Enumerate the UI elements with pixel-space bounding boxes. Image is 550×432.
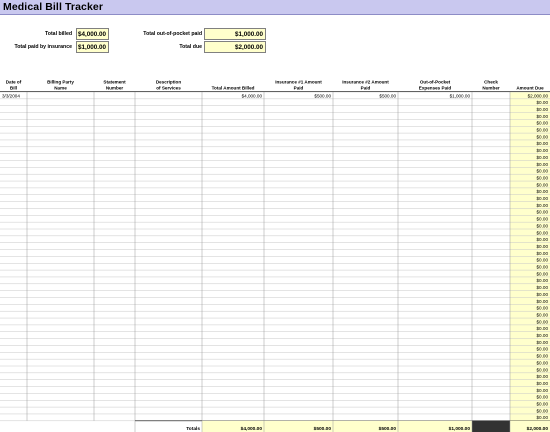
table-cell: 3/3/2004 — [2, 93, 20, 98]
totals-label: Totals — [186, 426, 200, 432]
column-header: Paid — [361, 86, 371, 91]
amount-due-cell: $0.00 — [537, 402, 549, 407]
amount-due-cell: $0.00 — [537, 312, 549, 317]
amount-due-cell: $0.00 — [537, 148, 549, 153]
amount-due-cell: $0.00 — [537, 189, 549, 194]
column-header: Total Amount Billed — [212, 86, 255, 91]
amount-due-cell: $0.00 — [537, 388, 549, 393]
amount-due-cell: $0.00 — [537, 141, 549, 146]
total-billed-label: Total billed — [45, 31, 72, 37]
column-header: Paid — [294, 86, 304, 91]
amount-due-cell: $0.00 — [537, 169, 549, 174]
amount-due-cell: $0.00 — [537, 415, 549, 420]
amount-due-cell: $0.00 — [537, 340, 549, 345]
amount-due-cell: $0.00 — [537, 155, 549, 160]
column-header: Check — [484, 80, 498, 85]
amount-due-cell: $0.00 — [537, 285, 549, 290]
total-paid-by-insurance-label: Total paid by insurance — [14, 44, 72, 50]
column-header: Bill — [10, 86, 17, 91]
column-header: Description — [156, 80, 181, 85]
amount-due-cell: $0.00 — [537, 367, 549, 372]
column-header: Number — [482, 86, 500, 91]
total-amount-billed: $4,000.00 — [241, 426, 263, 432]
amount-due-cell: $0.00 — [537, 182, 549, 187]
total-paid-by-insurance-value[interactable]: $1,000.00 — [76, 41, 109, 53]
total-out-of-pocket-value[interactable]: $1,000.00 — [204, 28, 266, 40]
amount-due-cell: $0.00 — [537, 162, 549, 167]
amount-due-cell: $0.00 — [537, 408, 549, 413]
column-header: Number — [106, 86, 124, 91]
amount-due-cell: $0.00 — [537, 114, 549, 119]
amount-due-cell: $0.00 — [537, 203, 549, 208]
amount-due-cell: $0.00 — [537, 333, 549, 338]
column-header: of Services — [156, 86, 181, 91]
amount-due-cell: $0.00 — [537, 347, 549, 352]
total-out-of-pocket: $1,000.00 — [449, 426, 471, 432]
amount-due-cell: $0.00 — [537, 292, 549, 297]
amount-due-cell: $0.00 — [537, 244, 549, 249]
amount-due-cell: $0.00 — [537, 175, 549, 180]
column-header: Insurance #1 Amount — [275, 80, 322, 85]
amount-due-cell: $0.00 — [537, 230, 549, 235]
bill-ledger-table: Date of Bill Billing Party Name Statement Num… — [0, 77, 550, 432]
total-insurance-2: $500.00 — [379, 426, 397, 432]
amount-due-cell: $0.00 — [537, 306, 549, 311]
amount-due-cell: $0.00 — [537, 251, 549, 256]
amount-due-cell: $0.00 — [537, 374, 549, 379]
column-header: Name — [54, 86, 67, 91]
column-header: Billing Party — [47, 80, 74, 85]
table-cell: $4,000.00 — [242, 93, 263, 98]
amount-due-cell: $0.00 — [537, 326, 549, 331]
column-header: Insurance #2 Amount — [342, 80, 389, 85]
column-header: Amount Due — [516, 86, 544, 91]
amount-due-cell: $0.00 — [537, 128, 549, 133]
amount-due-cell: $0.00 — [537, 121, 549, 126]
table-cell: $500.00 — [314, 93, 331, 98]
table-cell: $1,000.00 — [450, 93, 471, 98]
amount-due-cell: $0.00 — [537, 381, 549, 386]
amount-due-cell: $0.00 — [537, 354, 549, 359]
page-title: Medical Bill Tracker — [3, 1, 104, 13]
amount-due-cell: $0.00 — [537, 237, 549, 242]
column-header: Out-of-Pocket — [420, 80, 451, 85]
total-insurance-1: $500.00 — [314, 426, 332, 432]
amount-due-cell: $0.00 — [537, 319, 549, 324]
amount-due-cell: $0.00 — [537, 278, 549, 283]
amount-due-cell: $0.00 — [537, 258, 549, 263]
column-header: Date of — [6, 80, 22, 85]
amount-due-cell: $0.00 — [537, 360, 549, 365]
total-due-label: Total due — [179, 44, 202, 50]
amount-due-cell: $0.00 — [537, 395, 549, 400]
amount-due-cell: $0.00 — [537, 265, 549, 270]
total-due-value[interactable]: $2,000.00 — [204, 41, 266, 53]
table-cell: $500.00 — [379, 93, 396, 98]
column-header: Expenses Paid — [419, 86, 452, 91]
table-cell: $2,000.00 — [528, 93, 549, 98]
total-out-of-pocket-label: Total out-of-pocket paid — [143, 31, 202, 37]
total-billed-value[interactable]: $4,000.00 — [76, 28, 109, 40]
check-total-fill — [472, 420, 510, 432]
amount-due-cell: $0.00 — [537, 217, 549, 222]
amount-due-cell: $0.00 — [537, 100, 549, 105]
amount-due-cell: $0.00 — [537, 134, 549, 139]
column-header: Statement — [103, 80, 126, 85]
amount-due-cell: $0.00 — [537, 107, 549, 112]
amount-due-cell: $0.00 — [537, 196, 549, 201]
amount-due-cell: $0.00 — [537, 271, 549, 276]
title-bar: Medical Bill Tracker — [0, 0, 550, 15]
amount-due-cell: $0.00 — [537, 210, 549, 215]
amount-due-cell: $0.00 — [537, 299, 549, 304]
total-amount-due: $2,000.00 — [527, 426, 549, 432]
amount-due-cell: $0.00 — [537, 223, 549, 228]
